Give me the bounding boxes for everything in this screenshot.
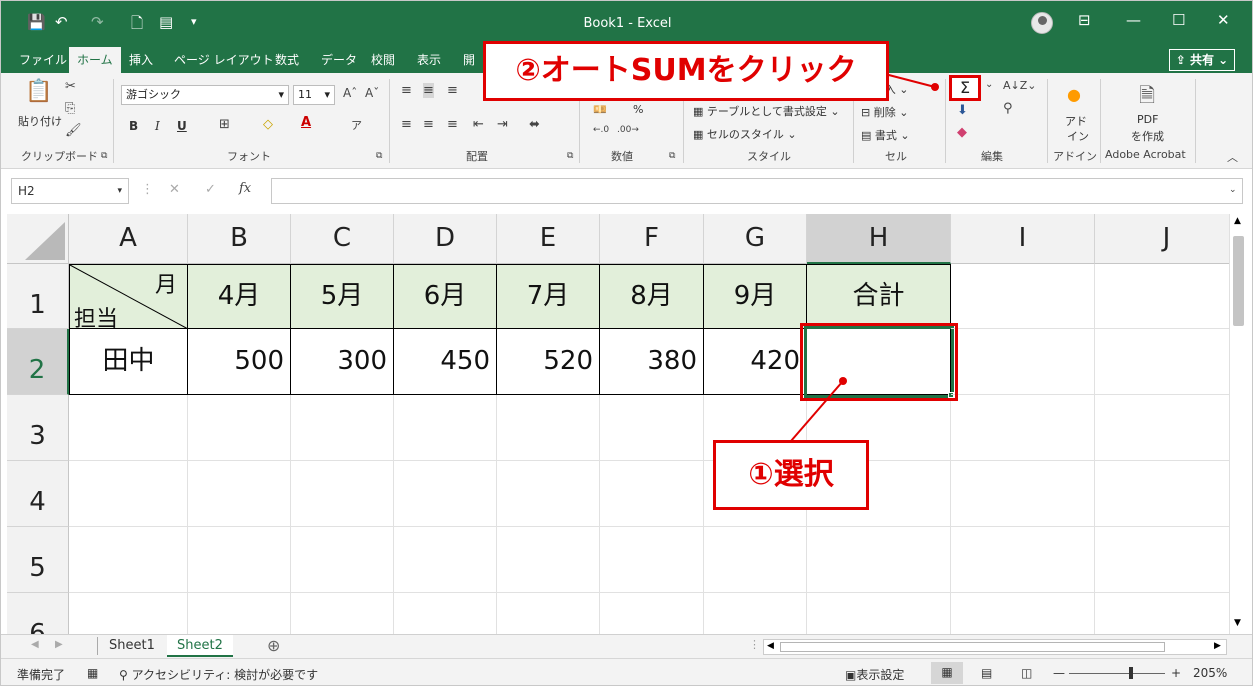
excel-window: 💾 ↶ ↷ 🗋 ▤ ▾ Book1 - Excel ⊟ — ☐ ✕ ファイル ホ…: [0, 0, 1253, 686]
step2-callout: ②オートSUMをクリック: [483, 41, 889, 101]
annotation-lines: [790, 73, 939, 442]
selection-highlight-box: [800, 323, 958, 401]
step1-callout: ①選択: [713, 440, 869, 510]
